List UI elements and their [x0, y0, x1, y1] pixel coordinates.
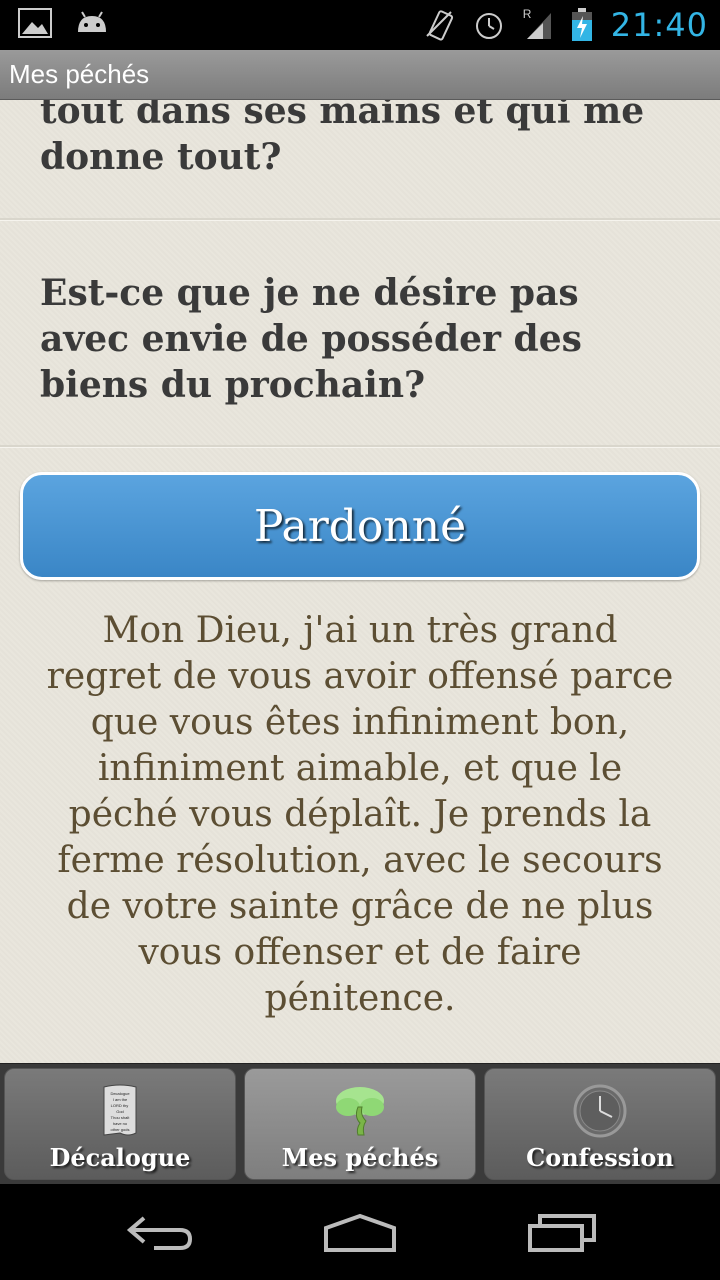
- vibrate-icon: [426, 10, 453, 41]
- action-bar: Mes péchés: [0, 50, 720, 100]
- tab-confession[interactable]: Confession: [484, 1068, 716, 1180]
- tab-confession-label: Confession: [526, 1143, 674, 1172]
- recent-apps-icon[interactable]: [526, 1210, 598, 1254]
- pardon-button-label: Pardonné: [253, 500, 467, 552]
- back-icon[interactable]: [124, 1210, 196, 1254]
- clock-icon: [573, 1084, 627, 1138]
- home-icon[interactable]: [322, 1210, 398, 1254]
- status-bar: R 21:40: [0, 0, 720, 50]
- image-icon: [18, 8, 52, 38]
- tab-mes-peches-label: Mes péchés: [281, 1143, 439, 1172]
- tab-bar: Decalogue I am the LORD thy God Thou shalt h…: [0, 1063, 720, 1184]
- status-notifications: [18, 8, 110, 38]
- list-item[interactable]: tout dans ses mains et qui me donne tout…: [0, 100, 720, 180]
- pardon-button[interactable]: Pardonné: [20, 472, 700, 580]
- signal-indicator: R: [523, 7, 553, 41]
- sins-list-content[interactable]: tout dans ses mains et qui me donne tout…: [0, 100, 720, 1063]
- tab-decalogue[interactable]: Decalogue I am the LORD thy God Thou shalt h…: [4, 1068, 236, 1180]
- list-divider: [0, 445, 720, 448]
- tree-icon: [336, 1087, 384, 1136]
- system-nav-bar: [0, 1184, 720, 1280]
- tab-decalogue-label: Décalogue: [49, 1143, 191, 1172]
- status-system: R 21:40: [425, 0, 708, 50]
- status-clock: 21:40: [610, 6, 708, 44]
- battery-charging-icon: [571, 8, 592, 41]
- alarm-icon: [475, 13, 502, 39]
- tablet-icon: Decalogue I am the LORD thy God Thou shalt h…: [103, 1084, 137, 1136]
- list-divider: [0, 218, 720, 221]
- signal-icon: [526, 13, 551, 39]
- tab-mes-peches[interactable]: Mes péchés: [244, 1068, 476, 1180]
- page-title: Mes péchés: [9, 59, 150, 89]
- contrition-prayer: Mon Dieu, j'ai un très grand regret de v…: [46, 610, 674, 1019]
- android-icon: [78, 11, 106, 32]
- list-item[interactable]: Est-ce que je ne désire pas avec envie d…: [0, 270, 720, 408]
